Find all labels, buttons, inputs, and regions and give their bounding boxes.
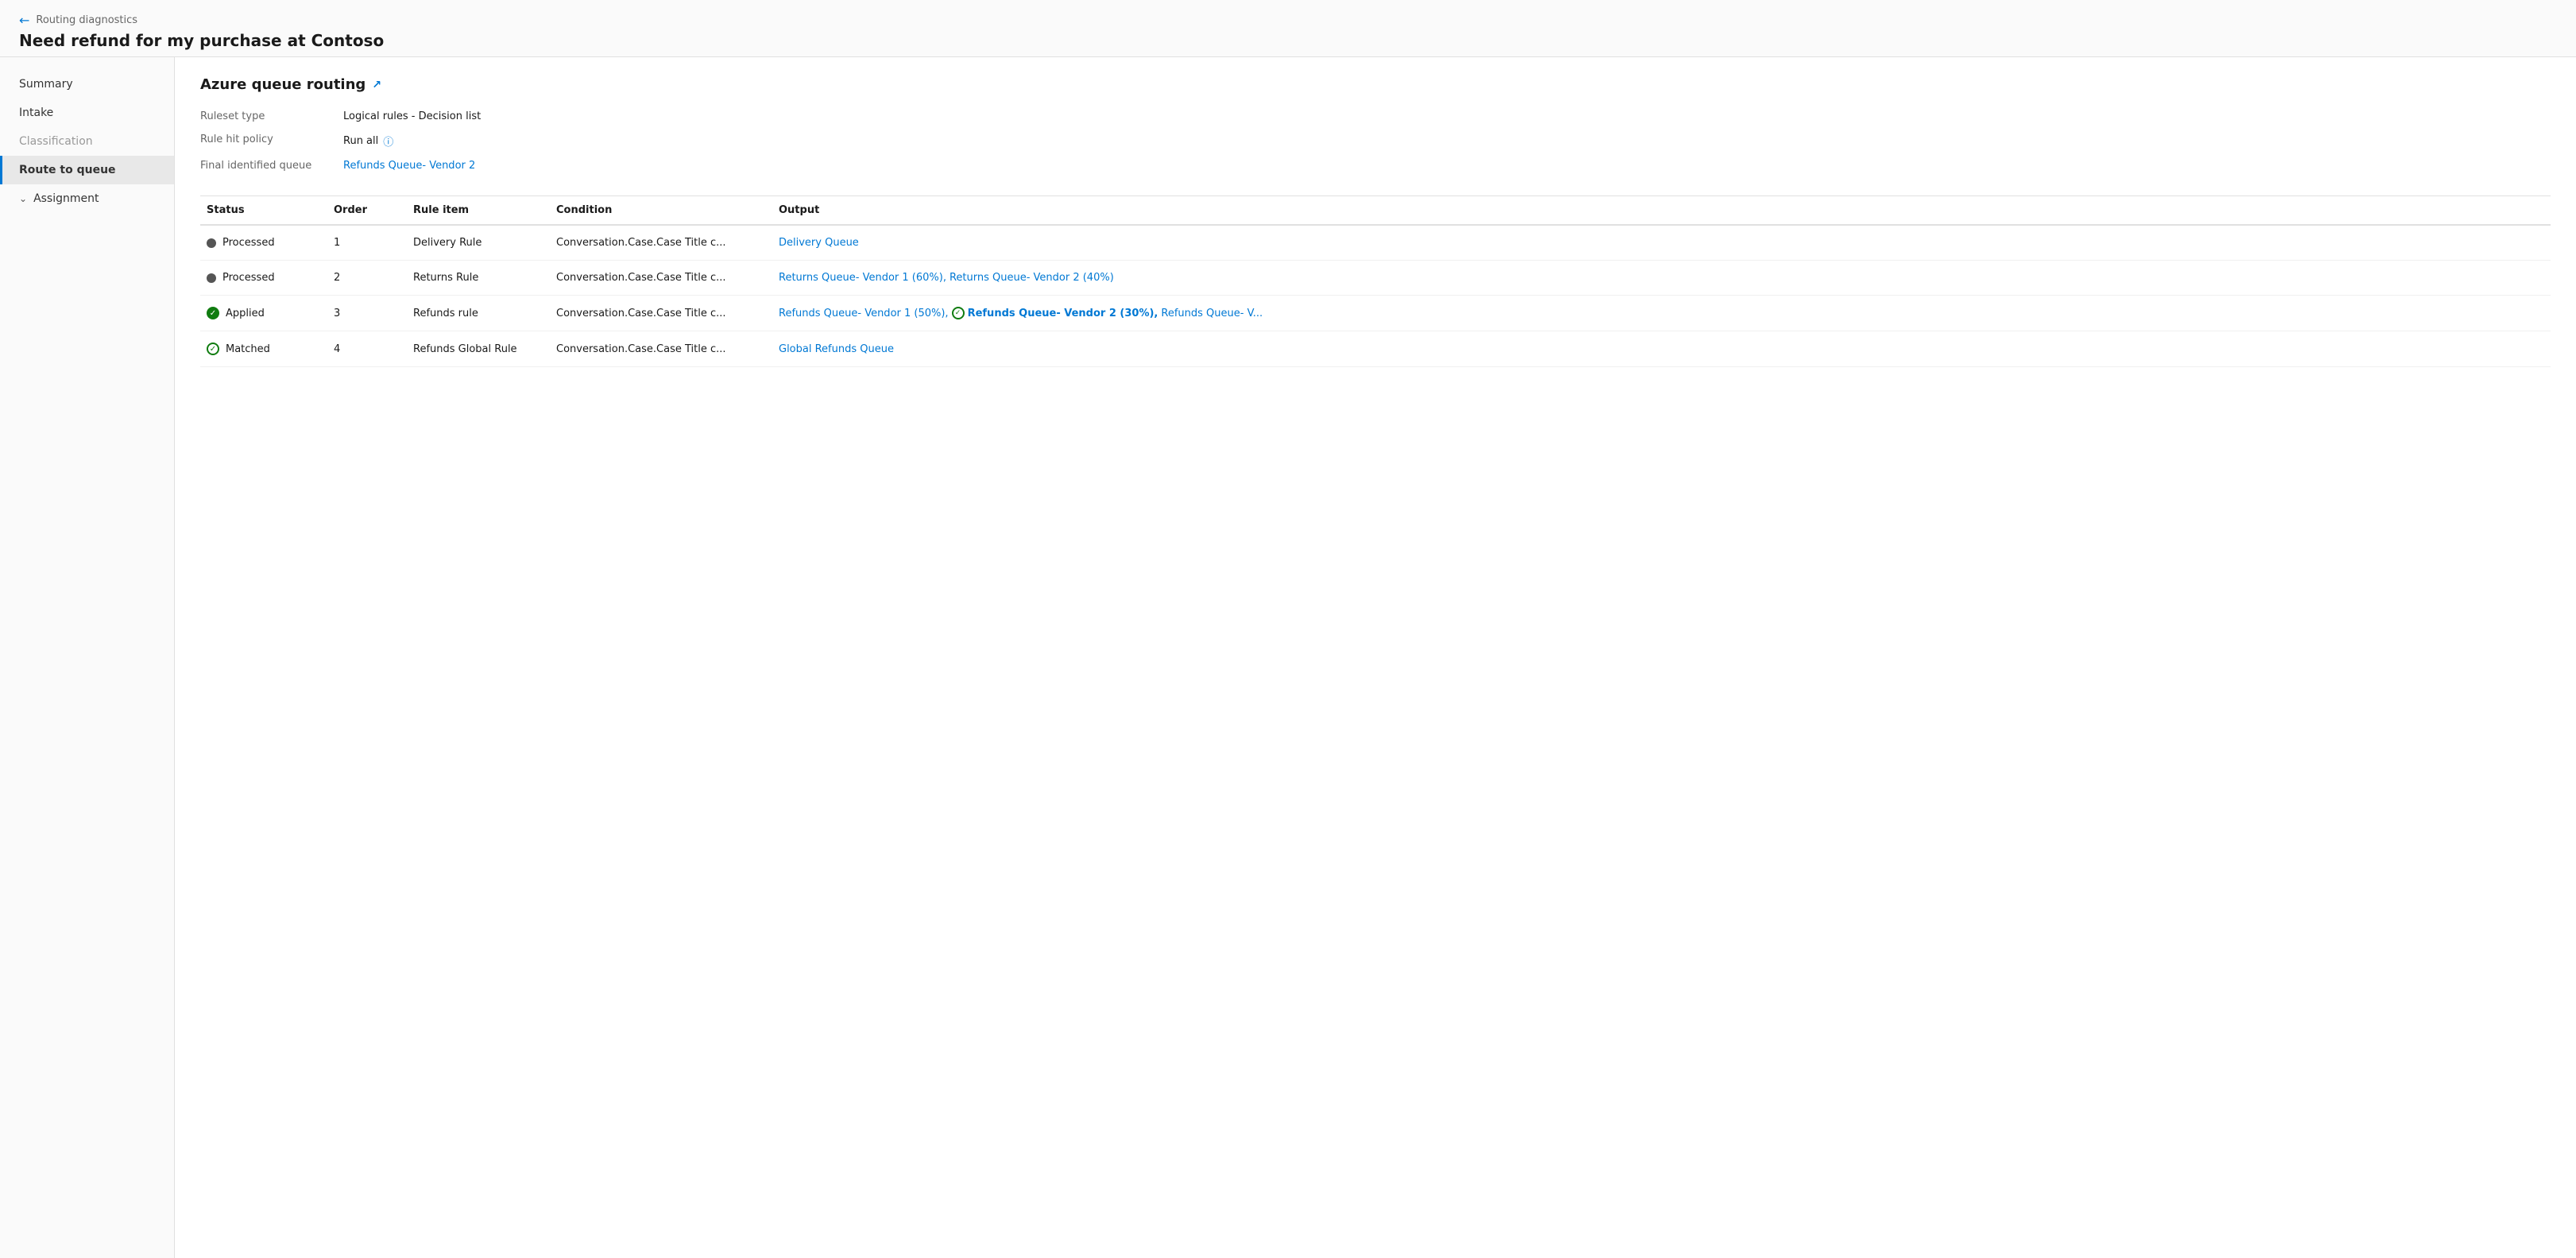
col-condition: Condition xyxy=(550,204,772,216)
header: ← Routing diagnostics Need refund for my… xyxy=(0,0,2576,57)
processed-dot-icon xyxy=(207,273,216,283)
matched-check-icon: ✓ xyxy=(207,343,219,355)
final-queue-label: Final identified queue xyxy=(200,158,343,173)
sidebar-item-intake-label: Intake xyxy=(19,106,53,119)
processed-dot-icon xyxy=(207,238,216,248)
sidebar-item-summary-label: Summary xyxy=(19,78,73,91)
row4-condition: Conversation.Case.Case Title c... xyxy=(550,343,772,355)
table-row: Processed 1 Delivery Rule Conversation.C… xyxy=(200,226,2551,261)
table-row: ✓ Matched 4 Refunds Global Rule Conversa… xyxy=(200,331,2551,367)
row4-output: Global Refunds Queue xyxy=(772,343,2551,355)
row4-status: ✓ Matched xyxy=(200,343,327,355)
chevron-down-icon: ⌄ xyxy=(19,193,27,204)
col-order: Order xyxy=(327,204,407,216)
row2-output-link1[interactable]: Returns Queue- Vendor 1 (60%), xyxy=(779,272,946,284)
col-output: Output xyxy=(772,204,2551,216)
row2-condition: Conversation.Case.Case Title c... xyxy=(550,272,772,284)
sidebar-item-route-to-queue-label: Route to queue xyxy=(19,164,116,176)
sidebar-item-summary[interactable]: Summary xyxy=(0,70,174,99)
ruleset-type-label: Ruleset type xyxy=(200,109,343,124)
section-title: Azure queue routing ↗︎ xyxy=(200,76,2551,93)
row2-order: 2 xyxy=(327,272,407,284)
sidebar-item-assignment-label: Assignment xyxy=(33,192,99,205)
sidebar-item-intake[interactable]: Intake xyxy=(0,99,174,127)
row1-output-link[interactable]: Delivery Queue xyxy=(779,237,859,249)
row4-order: 4 xyxy=(327,343,407,355)
page-title: Need refund for my purchase at Contoso xyxy=(19,31,2557,50)
row1-order: 1 xyxy=(327,237,407,249)
row2-rule-item: Returns Rule xyxy=(407,272,550,284)
sidebar-item-route-to-queue[interactable]: Route to queue xyxy=(0,156,174,184)
external-link-icon[interactable]: ↗︎ xyxy=(372,79,381,91)
table-row: ✓ Applied 3 Refunds rule Conversation.Ca… xyxy=(200,296,2551,331)
section-title-text: Azure queue routing xyxy=(200,76,366,93)
row3-status-label: Applied xyxy=(226,308,265,319)
applied-check-icon: ✓ xyxy=(207,307,219,319)
rule-hit-policy-value: Run all ⓘ xyxy=(343,132,2551,150)
sidebar-item-classification: Classification xyxy=(0,127,174,156)
app-container: ← Routing diagnostics Need refund for my… xyxy=(0,0,2576,1258)
row3-output-check-icon: ✓ xyxy=(952,307,965,319)
row3-order: 3 xyxy=(327,308,407,319)
row2-output: Returns Queue- Vendor 1 (60%), Returns Q… xyxy=(772,272,2551,284)
rule-hit-policy-text: Run all xyxy=(343,135,378,147)
row2-status: Processed xyxy=(200,272,327,284)
back-button[interactable]: ← xyxy=(19,13,29,28)
row4-output-link1[interactable]: Global Refunds Queue xyxy=(779,343,894,355)
row3-rule-item: Refunds rule xyxy=(407,308,550,319)
row1-condition: Conversation.Case.Case Title c... xyxy=(550,237,772,249)
breadcrumb-text: Routing diagnostics xyxy=(36,14,137,26)
row3-output-link3[interactable]: Refunds Queue- V... xyxy=(1161,308,1263,319)
row2-output-link2[interactable]: Returns Queue- Vendor 2 (40%) xyxy=(950,272,1114,284)
rule-hit-policy-label: Rule hit policy xyxy=(200,132,343,150)
row3-output-link1[interactable]: Refunds Queue- Vendor 1 (50%), xyxy=(779,308,949,319)
routing-table: Status Order Rule item Condition Output … xyxy=(200,195,2551,367)
row4-rule-item: Refunds Global Rule xyxy=(407,343,550,355)
info-icon[interactable]: ⓘ xyxy=(383,134,393,149)
row1-status-label: Processed xyxy=(222,237,275,249)
sidebar-item-assignment[interactable]: ⌄ Assignment xyxy=(0,184,174,213)
sidebar: Summary Intake Classification Route to q… xyxy=(0,57,175,1258)
final-queue-value[interactable]: Refunds Queue- Vendor 2 xyxy=(343,158,2551,173)
main-layout: Summary Intake Classification Route to q… xyxy=(0,57,2576,1258)
sidebar-item-classification-label: Classification xyxy=(19,135,93,148)
row1-rule-item: Delivery Rule xyxy=(407,237,550,249)
table-header: Status Order Rule item Condition Output xyxy=(200,196,2551,226)
row3-condition: Conversation.Case.Case Title c... xyxy=(550,308,772,319)
row2-status-label: Processed xyxy=(222,272,275,284)
row3-output-link2[interactable]: Refunds Queue- Vendor 2 (30%), xyxy=(968,308,1158,319)
col-status: Status xyxy=(200,204,327,216)
row1-output: Delivery Queue xyxy=(772,237,2551,249)
content-area: Azure queue routing ↗︎ Ruleset type Logi… xyxy=(175,57,2576,1258)
row3-output: Refunds Queue- Vendor 1 (50%), ✓ Refunds… xyxy=(772,307,2551,319)
ruleset-type-value: Logical rules - Decision list xyxy=(343,109,2551,124)
metadata-grid: Ruleset type Logical rules - Decision li… xyxy=(200,109,2551,173)
col-rule-item: Rule item xyxy=(407,204,550,216)
table-row: Processed 2 Returns Rule Conversation.Ca… xyxy=(200,261,2551,296)
breadcrumb: ← Routing diagnostics xyxy=(19,13,2557,28)
row3-status: ✓ Applied xyxy=(200,307,327,319)
row1-status: Processed xyxy=(200,237,327,249)
row4-status-label: Matched xyxy=(226,343,270,355)
